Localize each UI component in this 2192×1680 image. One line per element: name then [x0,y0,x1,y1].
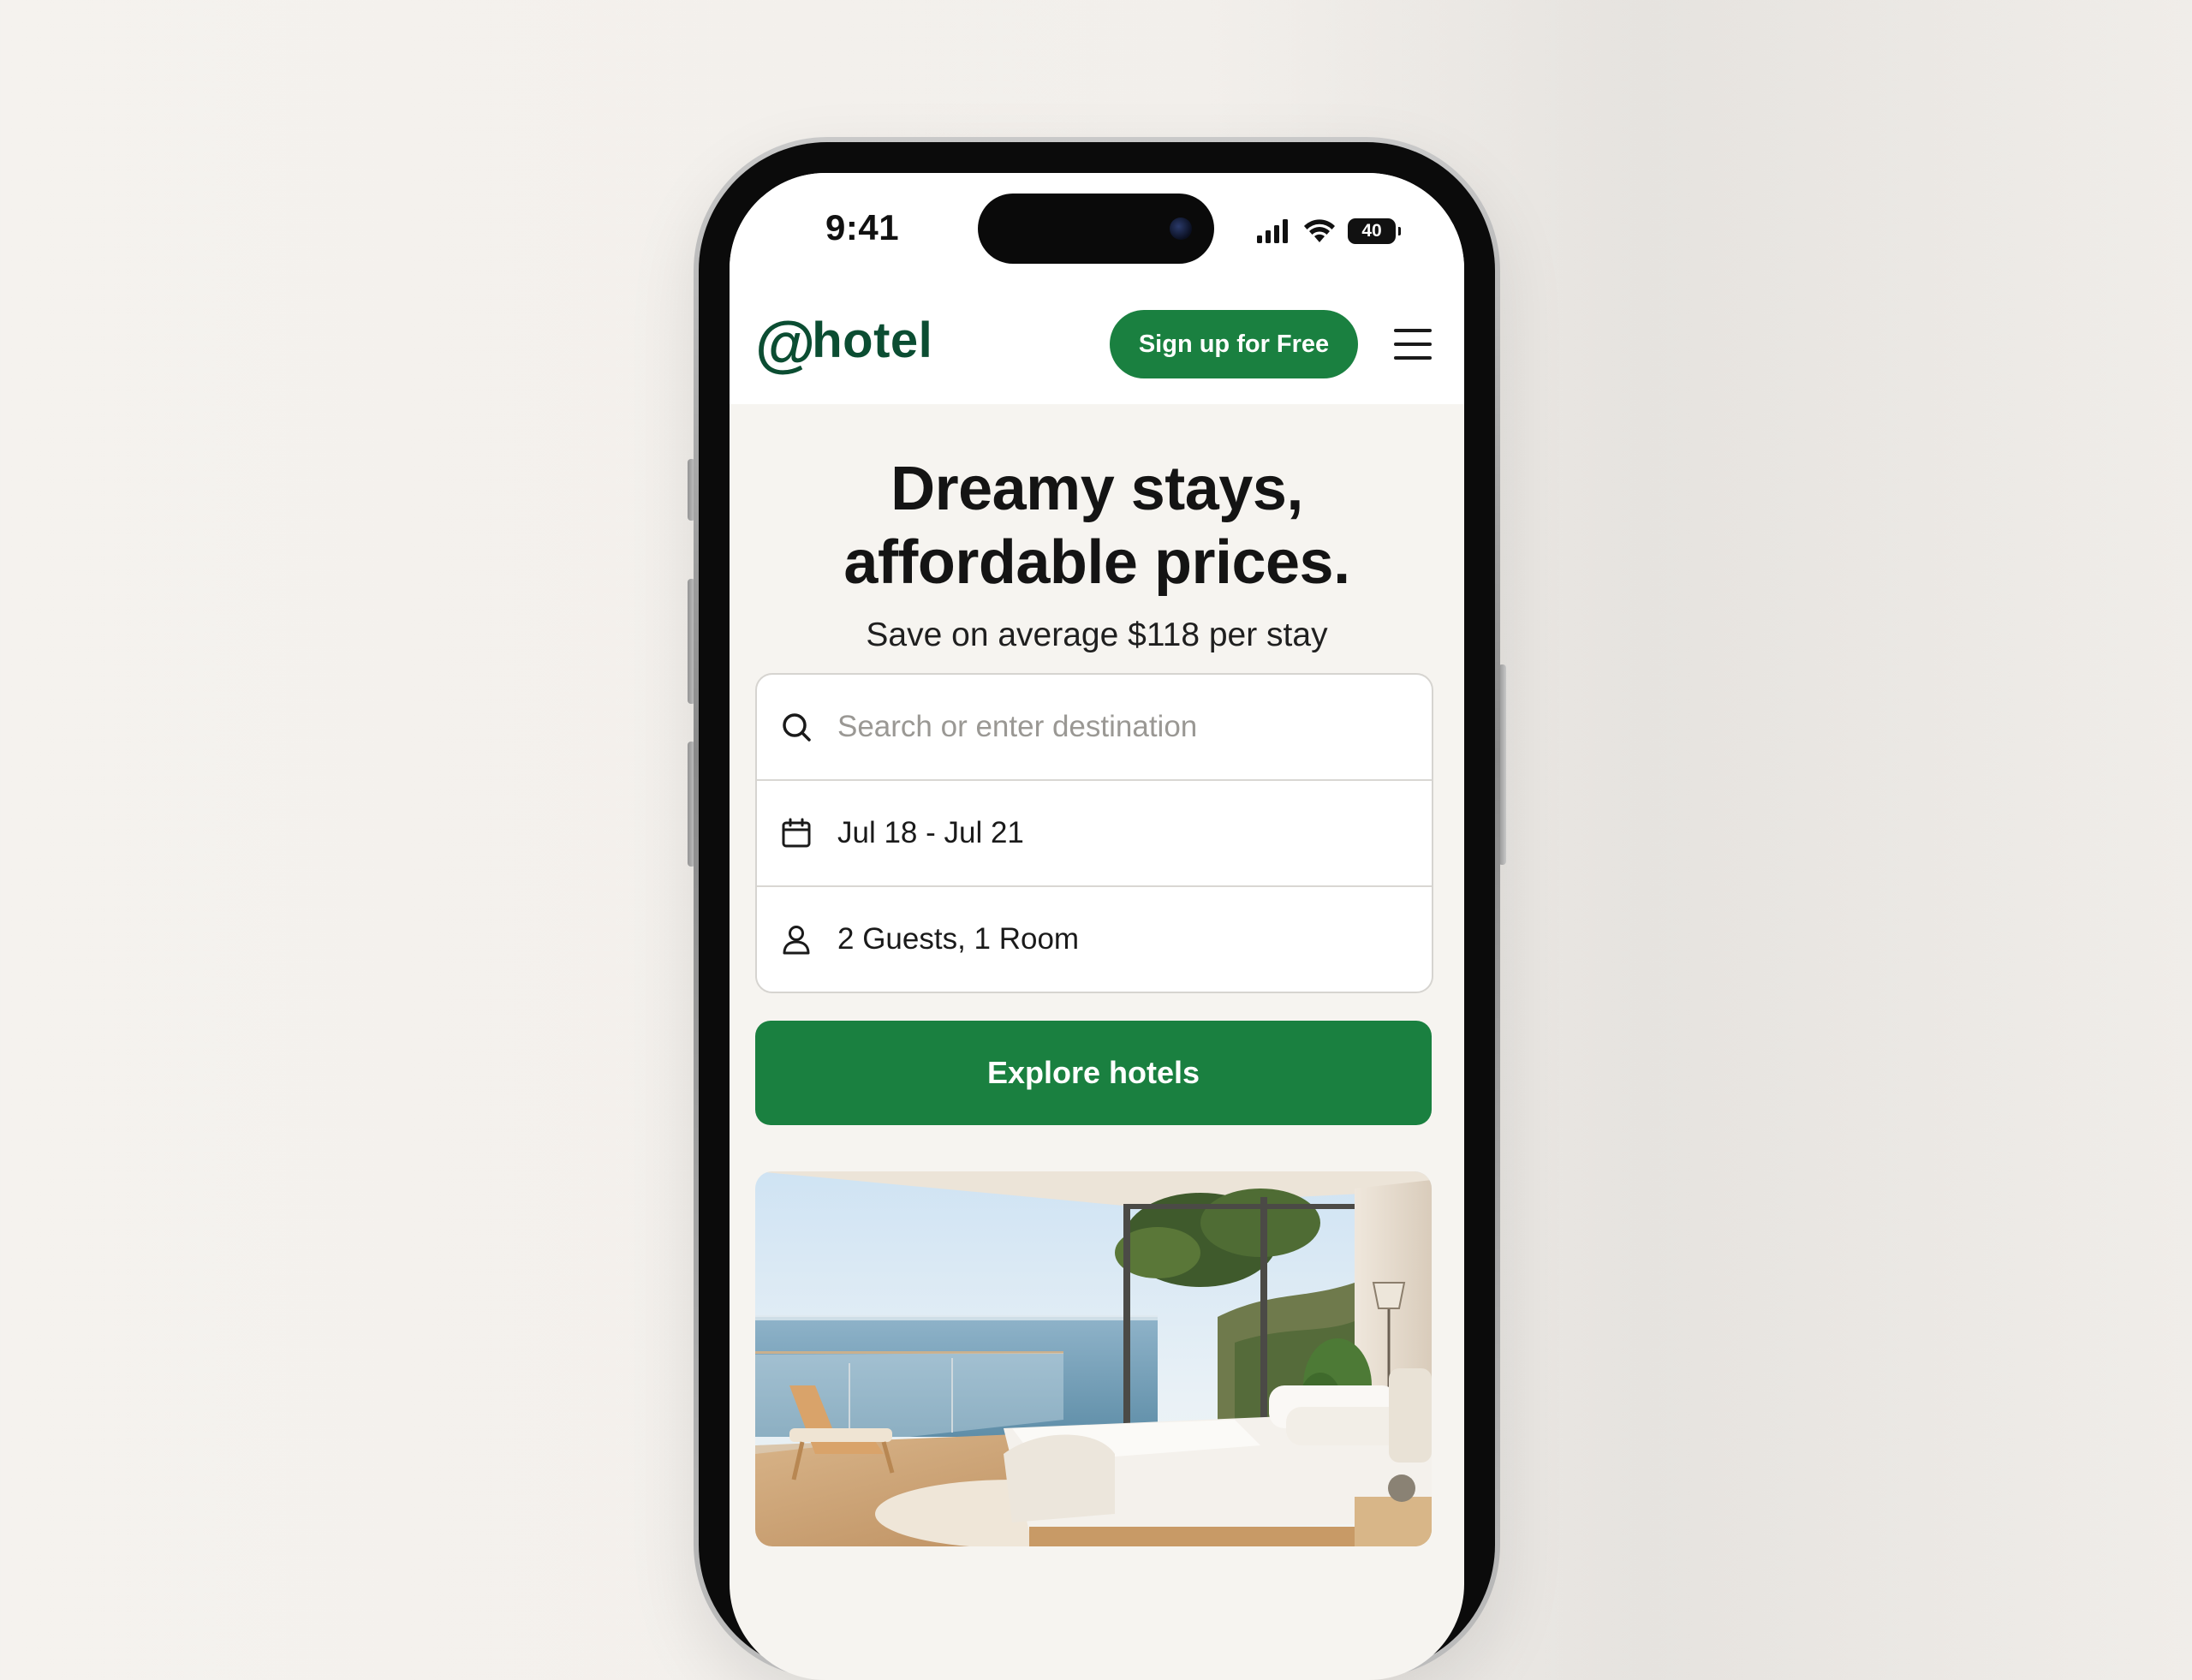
backdrop: 9:41 40 @ hotel Sign up for Free Dreamy … [0,0,2192,1680]
person-icon [783,926,810,955]
hero-subtitle: Save on average $118 per stay [866,617,1328,653]
menu-line [1394,356,1432,360]
app-header: @ hotel Sign up for Free [730,284,1464,404]
signup-button[interactable]: Sign up for Free [1110,310,1358,378]
phone-frame: 9:41 40 @ hotel Sign up for Free Dreamy … [694,137,1500,1680]
destination-field[interactable] [757,675,1432,781]
search-card: Jul 18 - Jul 21 2 Guests, 1 Room [755,673,1433,993]
hotel-room-photo [755,1171,1432,1546]
wifi-icon [1304,219,1335,242]
cellular-signal-icon [1257,219,1288,243]
hero-title: Dreamy stays, affordable prices. [730,452,1464,599]
status-time: 9:41 [825,207,900,247]
menu-line [1394,329,1432,332]
dates-field[interactable]: Jul 18 - Jul 21 [757,781,1432,887]
guests-field[interactable]: 2 Guests, 1 Room [757,887,1432,992]
calendar-icon [782,818,811,848]
logo-at-symbol: @ [755,310,816,378]
destination-input[interactable] [837,710,1385,744]
menu-line [1394,343,1432,346]
status-icons: 40 [1257,214,1401,248]
hero-title-line-1: Dreamy stays, [890,455,1303,523]
search-icon [783,713,811,742]
hotel-room-illustration [755,1171,1432,1546]
dates-value: Jul 18 - Jul 21 [837,816,1024,849]
guests-value: 2 Guests, 1 Room [837,922,1080,956]
front-camera [1170,217,1192,240]
explore-hotels-button[interactable]: Explore hotels [755,1021,1432,1125]
hero-title-line-2: affordable prices. [843,528,1350,597]
hamburger-menu-icon[interactable] [1394,329,1432,360]
logo-wordmark: hotel [812,313,933,368]
hotel-logo[interactable]: @ hotel [755,305,932,377]
battery-icon: 40 [1348,218,1401,244]
dynamic-island [978,194,1214,264]
status-bar: 9:41 40 [730,173,1464,284]
phone-screen: 9:41 40 @ hotel Sign up for Free Dreamy … [730,173,1464,1680]
